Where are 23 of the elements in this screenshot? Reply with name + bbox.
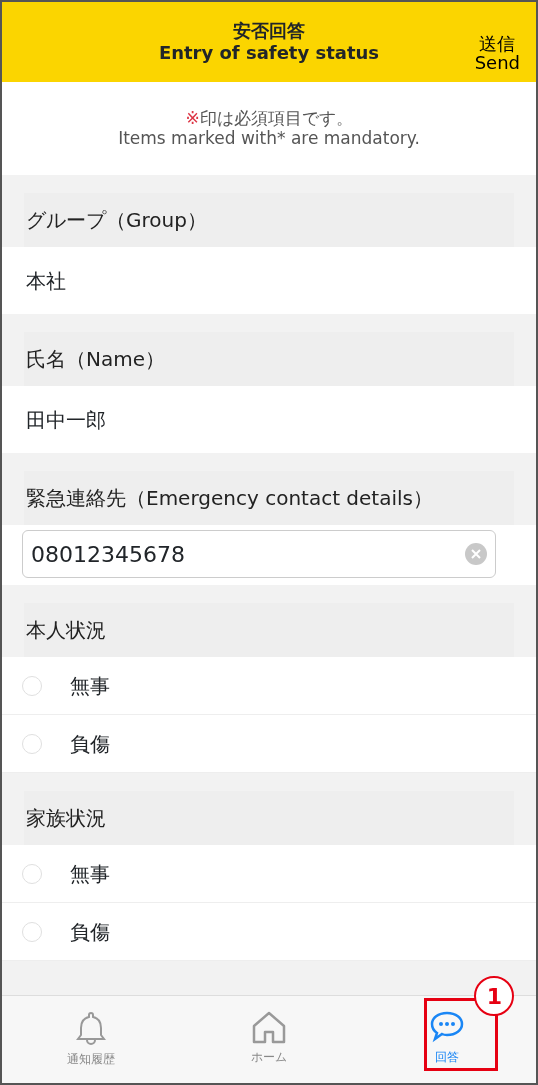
field-label: 氏名（Name） (24, 332, 514, 386)
tab-item[interactable]: ホーム (179, 996, 358, 1083)
chat-bubble-icon (428, 1010, 465, 1044)
field-value: 本社 (2, 247, 536, 314)
send-button[interactable]: 送信 Send (474, 35, 520, 73)
field-label: 家族状況 (24, 791, 514, 845)
field-value: 田中一郎 (2, 386, 536, 453)
input-field[interactable]: 08012345678 (22, 530, 496, 578)
mandatory-note: Items marked with* are mandatory. (118, 128, 420, 149)
field-label: 本人状況 (24, 603, 514, 657)
option-label: 負傷 (70, 730, 110, 758)
screen-subtitle: Entry of safety status (158, 42, 380, 64)
tab-item[interactable]: 通知履歴 (2, 996, 180, 1083)
screen-title: 安否回答 (233, 20, 305, 42)
mandatory-note: ※印は必須項目です。 (185, 108, 353, 129)
step-number: 1 (474, 976, 515, 1016)
option-label: 負傷 (70, 918, 110, 946)
option-label: 無事 (70, 860, 110, 888)
field-label: 緊急連絡先（Emergency contact details） (24, 471, 514, 525)
clear-icon[interactable] (465, 543, 487, 565)
field-label: グループ（Group） (24, 193, 514, 247)
option-label: 無事 (70, 672, 110, 700)
home-icon (250, 1010, 287, 1044)
